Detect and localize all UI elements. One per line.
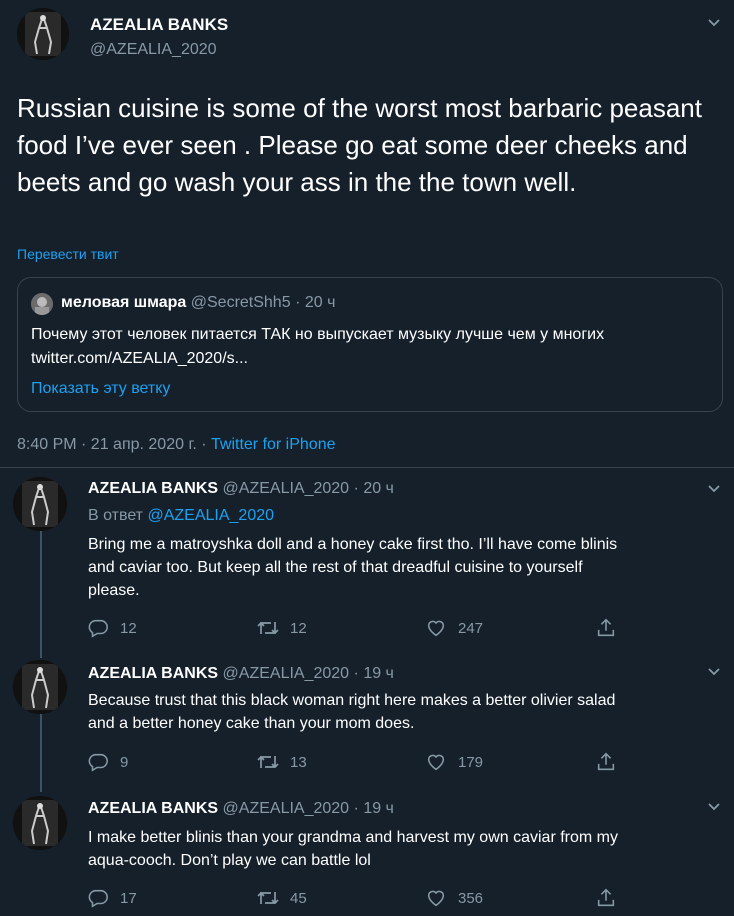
separator: · [353, 665, 359, 682]
reply-to-link[interactable]: @AZEALIA_2020 [147, 507, 274, 524]
share-icon [594, 616, 618, 640]
reply-icon [86, 886, 110, 910]
retweet-icon [256, 886, 280, 910]
retweet-count: 12 [290, 619, 307, 637]
thread-connector [40, 712, 42, 792]
display-name[interactable]: AZEALIA BANKS [88, 480, 218, 497]
like-count: 179 [458, 753, 484, 771]
text-line: aqua-cooch. Don’t play we can battle lol [88, 852, 371, 869]
quoted-text: Почему этот человек питается ТАК но выпу… [31, 326, 605, 343]
text-line: Because trust that this black woman righ… [88, 692, 616, 709]
like-icon [424, 750, 448, 774]
like-button[interactable]: 179 [424, 750, 483, 774]
quoted-tweet[interactable]: меловая шмара @SecretShh5 · 20 ч Почему … [17, 277, 723, 412]
quoted-time: 20 ч [304, 294, 336, 311]
retweet-icon [256, 616, 280, 640]
separator: · [295, 294, 301, 311]
text-line: Bring me a matroyshka doll and a honey c… [88, 536, 618, 553]
quoted-handle: @SecretShh5 [190, 294, 291, 311]
like-button[interactable]: 247 [424, 616, 483, 640]
reply-text: Because trust that this black woman righ… [88, 689, 615, 735]
tweet-time[interactable]: 20 ч [363, 480, 394, 497]
share-button[interactable] [594, 886, 618, 910]
divider [0, 467, 734, 468]
share-button[interactable] [594, 750, 618, 774]
retweet-button[interactable]: 45 [256, 886, 307, 910]
chevron-down-icon[interactable] [706, 663, 722, 684]
like-button[interactable]: 356 [424, 886, 483, 910]
text-line: and caviar too. But keep all the rest of… [88, 559, 583, 576]
display-name[interactable]: AZEALIA BANKS [90, 15, 228, 35]
handle[interactable]: @AZEALIA_2020 [223, 800, 350, 817]
retweet-icon [256, 750, 280, 774]
reply-button[interactable]: 12 [86, 616, 137, 640]
reply-text: Bring me a matroyshka doll and a honey c… [88, 533, 617, 602]
reply-count: 12 [120, 619, 137, 637]
thread-connector [40, 527, 42, 658]
reply-icon [86, 750, 110, 774]
avatar[interactable] [13, 796, 67, 850]
retweet-button[interactable]: 13 [256, 750, 307, 774]
text-line: and a better honey cake than your mom do… [88, 715, 415, 732]
reply-button[interactable]: 17 [86, 886, 137, 910]
reply-count: 9 [120, 753, 129, 771]
quoted-link: twitter.com/AZEALIA_2020/s... [31, 350, 248, 367]
like-count: 247 [458, 619, 484, 637]
text-line: please. [88, 582, 140, 599]
retweet-count: 13 [290, 753, 307, 771]
share-icon [594, 886, 618, 910]
quoted-display-name: меловая шмара [61, 294, 187, 311]
show-thread-link[interactable]: Показать эту ветку [31, 380, 170, 398]
chevron-down-icon[interactable] [706, 480, 722, 501]
handle[interactable]: @AZEALIA_2020 [223, 480, 350, 497]
tweet-time[interactable]: 19 ч [363, 800, 394, 817]
handle[interactable]: @AZEALIA_2020 [223, 665, 350, 682]
tweet-timestamp[interactable]: 8:40 PM · 21 апр. 2020 г. · [17, 436, 207, 453]
text-line: I make better blinis than your grandma a… [88, 829, 618, 846]
avatar[interactable] [17, 8, 69, 60]
avatar[interactable] [13, 660, 67, 714]
handle[interactable]: @AZEALIA_2020 [90, 41, 217, 59]
translate-link[interactable]: Перевести твит [17, 246, 119, 262]
like-icon [424, 886, 448, 910]
retweet-count: 45 [290, 889, 307, 907]
share-icon [594, 750, 618, 774]
like-count: 356 [458, 889, 484, 907]
share-button[interactable] [594, 616, 618, 640]
separator: · [353, 480, 359, 497]
chevron-down-icon[interactable] [706, 798, 722, 819]
tweet-source[interactable]: Twitter for iPhone [211, 436, 336, 453]
retweet-button[interactable]: 12 [256, 616, 307, 640]
tweet-time[interactable]: 19 ч [363, 665, 394, 682]
reply-text: I make better blinis than your grandma a… [88, 826, 618, 872]
reply-prefix: В ответ [88, 507, 144, 524]
reply-count: 17 [120, 889, 137, 907]
chevron-down-icon[interactable] [706, 14, 722, 35]
reply-icon [86, 616, 110, 640]
avatar[interactable] [13, 477, 67, 531]
display-name[interactable]: AZEALIA BANKS [88, 665, 218, 682]
reply-button[interactable]: 9 [86, 750, 128, 774]
quoted-avatar [31, 293, 53, 315]
like-icon [424, 616, 448, 640]
tweet-text: Russian cuisine is some of the worst mos… [17, 93, 702, 197]
separator: · [353, 800, 359, 817]
display-name[interactable]: AZEALIA BANKS [88, 800, 218, 817]
